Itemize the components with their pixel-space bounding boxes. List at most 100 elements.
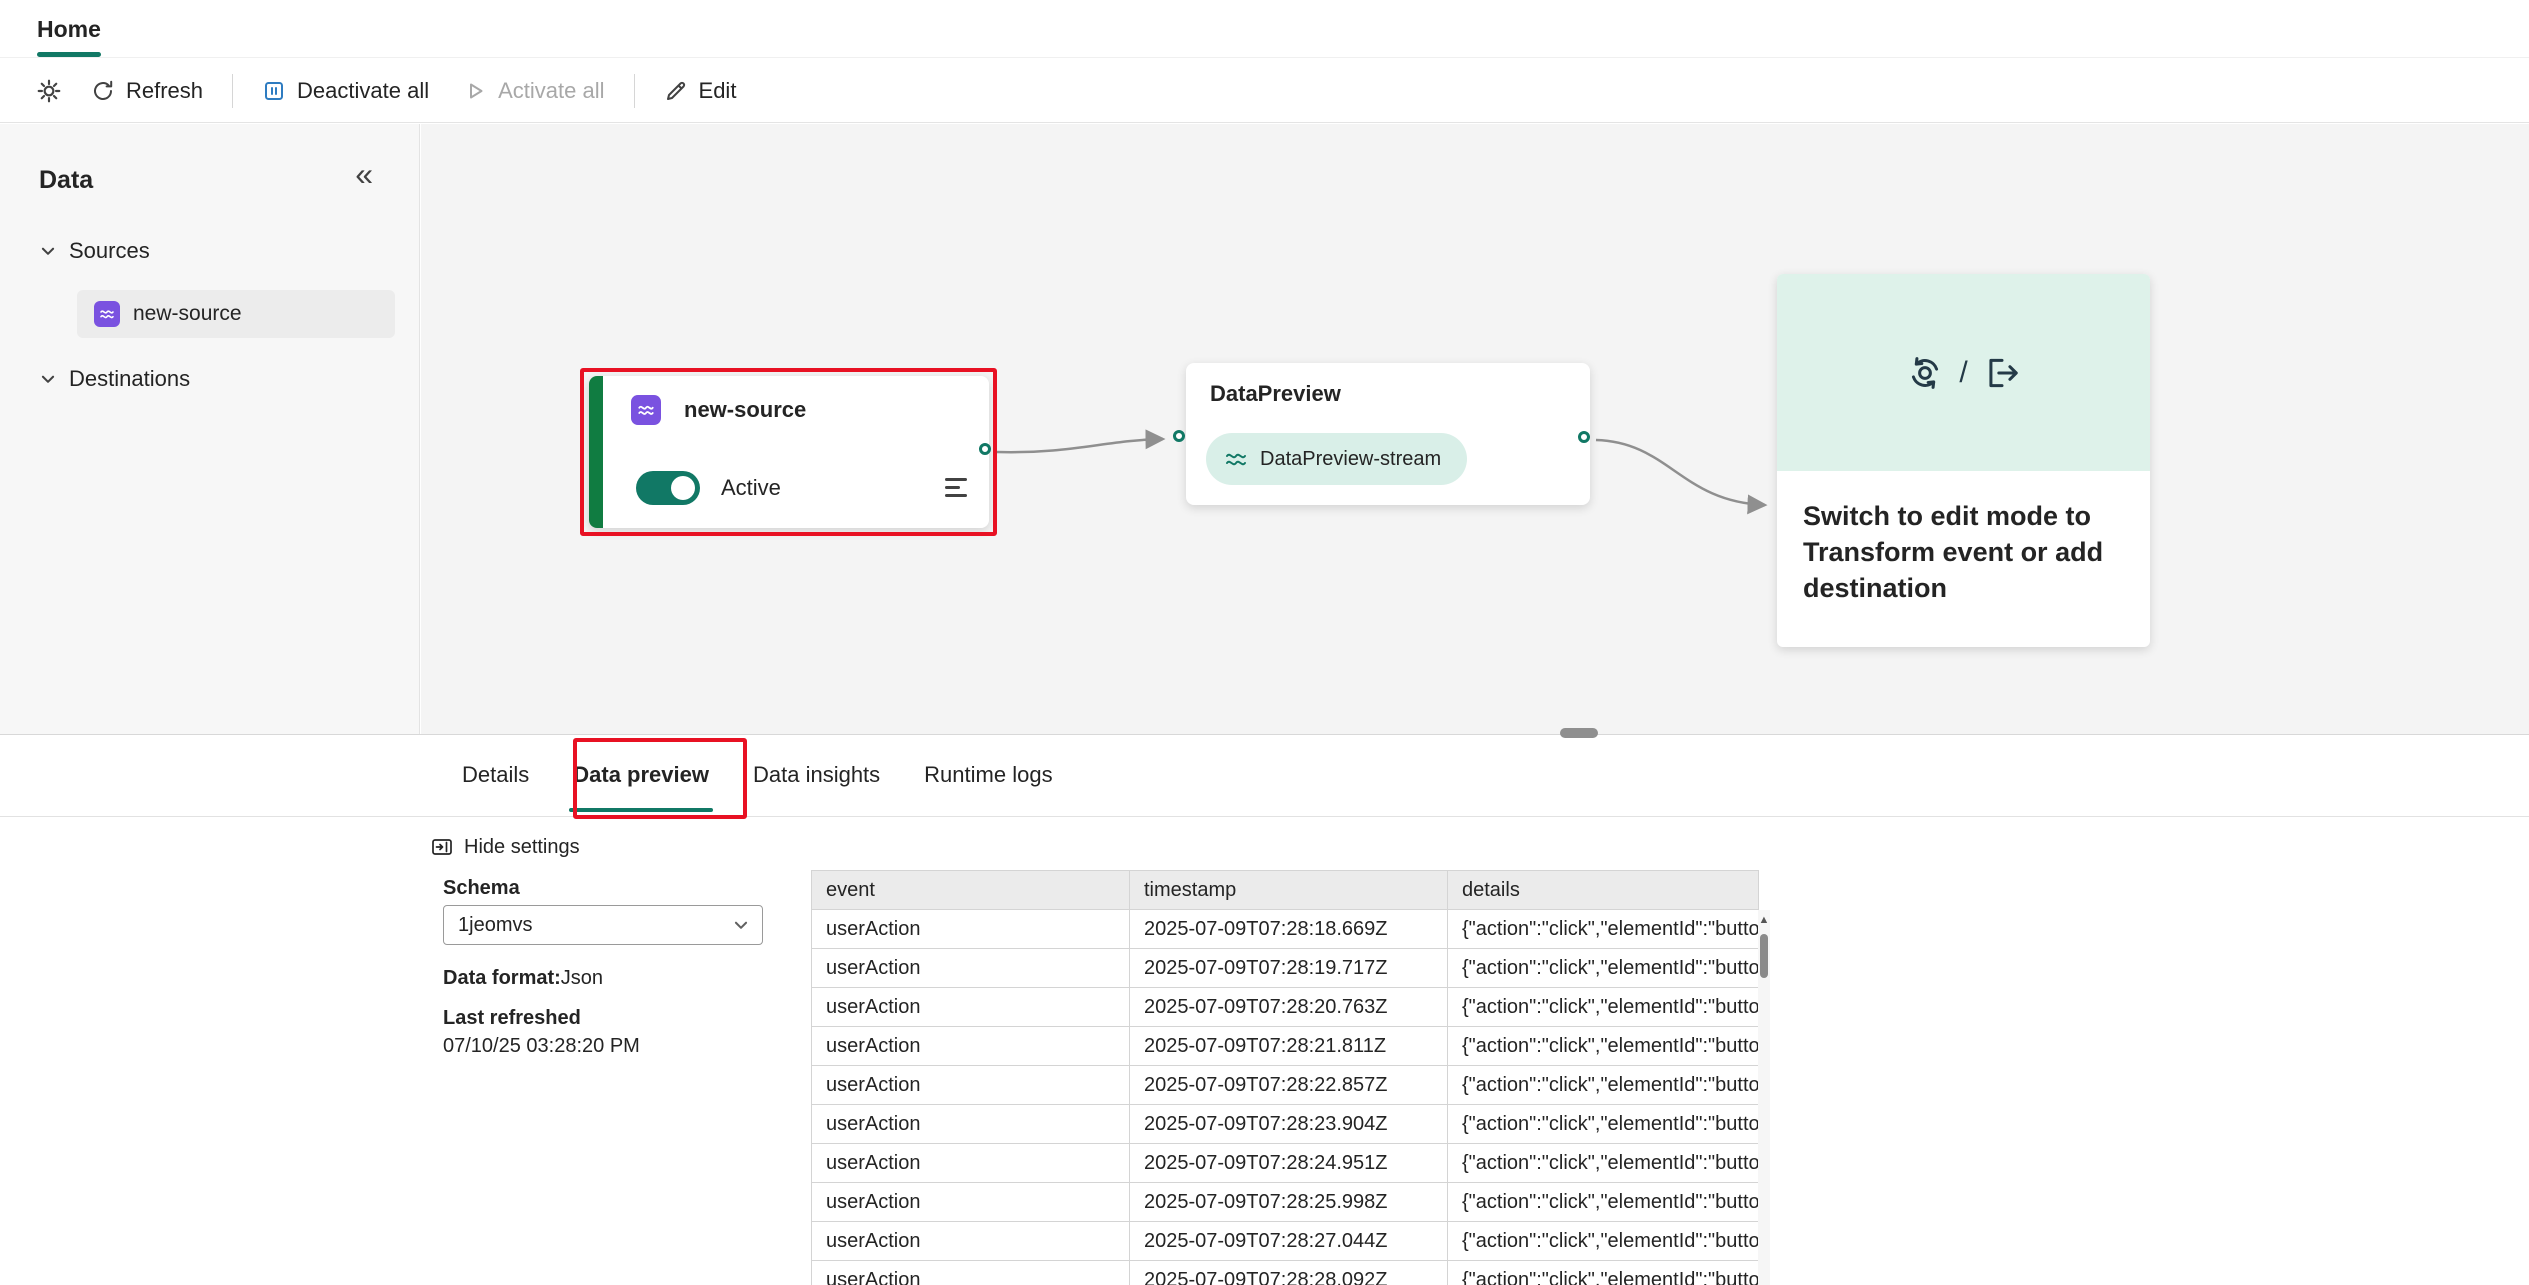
event-cell: userAction [812,1183,1130,1222]
source-node[interactable]: new-source Active [589,376,989,528]
collapse-panel-icon[interactable]: « [355,158,373,190]
timestamp-cell: 2025-07-09T07:28:20.763Z [1130,988,1448,1027]
table-row: userAction2025-07-09T07:28:24.951Z{"acti… [812,1144,1759,1183]
tab-home-label: Home [37,16,101,43]
hide-settings-label: Hide settings [464,836,580,859]
details-cell: {"action":"click","elementId":"buttor [1448,1261,1759,1285]
column-header-timestamp: timestamp [1130,871,1448,910]
settings-button[interactable] [24,67,74,115]
details-cell: {"action":"click","elementId":"buttor [1448,1066,1759,1105]
panel-resize-handle[interactable] [1560,728,1598,738]
event-cell: userAction [812,1066,1130,1105]
chevron-down-icon [732,916,750,934]
schema-dropdown-value: 1jeomvs [458,914,532,937]
ribbon-toolbar: Refresh Deactivate all Activate all Edit [0,59,2529,123]
deactivate-icon [262,79,286,103]
output-port-preview[interactable] [1578,431,1590,443]
edit-label: Edit [699,78,737,104]
sources-label: Sources [69,238,150,264]
table-row: userAction2025-07-09T07:28:21.811Z{"acti… [812,1027,1759,1066]
details-cell: {"action":"click","elementId":"buttor [1448,1222,1759,1261]
tab-runtime-logs[interactable]: Runtime logs [902,735,1074,815]
tab-details[interactable]: Details [440,735,551,815]
event-cell: userAction [812,1222,1130,1261]
data-format-label: Data format: [443,967,561,989]
details-cell: {"action":"click","elementId":"buttor [1448,988,1759,1027]
stream-pill-label: DataPreview-stream [1260,448,1441,471]
active-toggle[interactable] [636,471,700,505]
eventstream-canvas[interactable]: new-source Active DataPreview DataPrevie… [421,124,2529,734]
add-destination-icon [1983,354,2021,392]
sidebar-item-new-source[interactable]: new-source [77,290,395,338]
tab-home[interactable]: Home [37,0,101,58]
source-node-title: new-source [684,397,806,423]
timestamp-cell: 2025-07-09T07:28:19.717Z [1130,949,1448,988]
hide-settings-button[interactable]: Hide settings [430,835,580,859]
custom-endpoint-icon [631,395,661,425]
toolbar-separator [232,74,233,108]
activate-all-label: Activate all [498,78,604,104]
new-source-label: new-source [133,302,242,326]
timestamp-cell: 2025-07-09T07:28:28.092Z [1130,1261,1448,1285]
table-scrollbar[interactable]: ▲ [1758,910,1770,1285]
table-row: userAction2025-07-09T07:28:20.763Z{"acti… [812,988,1759,1027]
details-cell: {"action":"click","elementId":"buttor [1448,1183,1759,1222]
data-preview-table: eventtimestampdetails userAction2025-07-… [811,870,1770,1285]
refresh-button[interactable]: Refresh [74,67,220,115]
tabs-divider [0,816,2529,817]
details-cell: {"action":"click","elementId":"buttor [1448,1144,1759,1183]
schema-label: Schema [443,877,520,900]
chevron-down-icon [39,242,57,260]
sidebar-item-destinations[interactable]: Destinations [39,366,190,392]
toolbar-separator [634,74,635,108]
transform-event-icon [1906,354,1944,392]
node-menu-icon[interactable] [945,478,967,497]
data-format-value: Json [561,967,603,989]
timestamp-cell: 2025-07-09T07:28:25.998Z [1130,1183,1448,1222]
chevron-down-icon [39,370,57,388]
table-row: userAction2025-07-09T07:28:18.669Z{"acti… [812,910,1759,949]
bottom-panel: Details Data preview Data insights Runti… [0,734,2529,1285]
tab-home-active-underline [37,52,101,57]
table-row: userAction2025-07-09T07:28:22.857Z{"acti… [812,1066,1759,1105]
edit-button[interactable]: Edit [647,67,754,115]
icons-separator: / [1959,356,1967,390]
activate-all-button[interactable]: Activate all [446,67,621,115]
schema-dropdown[interactable]: 1jeomvs [443,905,763,945]
timestamp-cell: 2025-07-09T07:28:22.857Z [1130,1066,1448,1105]
custom-endpoint-icon [94,301,120,327]
column-header-event: event [812,871,1130,910]
timestamp-cell: 2025-07-09T07:28:27.044Z [1130,1222,1448,1261]
deactivate-all-button[interactable]: Deactivate all [245,67,446,115]
event-cell: userAction [812,1027,1130,1066]
last-refreshed-label: Last refreshed [443,1007,581,1030]
stream-pill[interactable]: DataPreview-stream [1206,433,1467,485]
tab-data-preview[interactable]: Data preview [551,735,731,815]
data-preview-node[interactable]: DataPreview DataPreview-stream [1186,363,1590,505]
input-port-preview[interactable] [1173,430,1185,442]
play-icon [463,79,487,103]
source-node-status-bar [589,376,603,528]
bottom-panel-tabs: Details Data preview Data insights Runti… [440,735,1075,815]
event-cell: userAction [812,949,1130,988]
destination-placeholder-card[interactable]: / Switch to edit mode to Transform event… [1777,274,2150,647]
sidebar-item-sources[interactable]: Sources [39,238,150,264]
details-cell: {"action":"click","elementId":"buttor [1448,1027,1759,1066]
titlebar: Home [0,0,2529,58]
gear-icon [36,78,62,104]
scrollbar-thumb[interactable] [1760,934,1768,978]
scroll-up-icon[interactable]: ▲ [1758,914,1770,926]
table-row: userAction2025-07-09T07:28:27.044Z{"acti… [812,1222,1759,1261]
event-cell: userAction [812,1105,1130,1144]
tab-data-insights[interactable]: Data insights [731,735,902,815]
timestamp-cell: 2025-07-09T07:28:18.669Z [1130,910,1448,949]
refresh-label: Refresh [126,78,203,104]
event-cell: userAction [812,910,1130,949]
event-cell: userAction [812,1261,1130,1285]
details-cell: {"action":"click","elementId":"buttor [1448,949,1759,988]
output-port-source[interactable] [979,443,991,455]
deactivate-all-label: Deactivate all [297,78,429,104]
preview-table-body: userAction2025-07-09T07:28:18.669Z{"acti… [812,910,1759,1285]
destinations-label: Destinations [69,366,190,392]
table-row: userAction2025-07-09T07:28:23.904Z{"acti… [812,1105,1759,1144]
